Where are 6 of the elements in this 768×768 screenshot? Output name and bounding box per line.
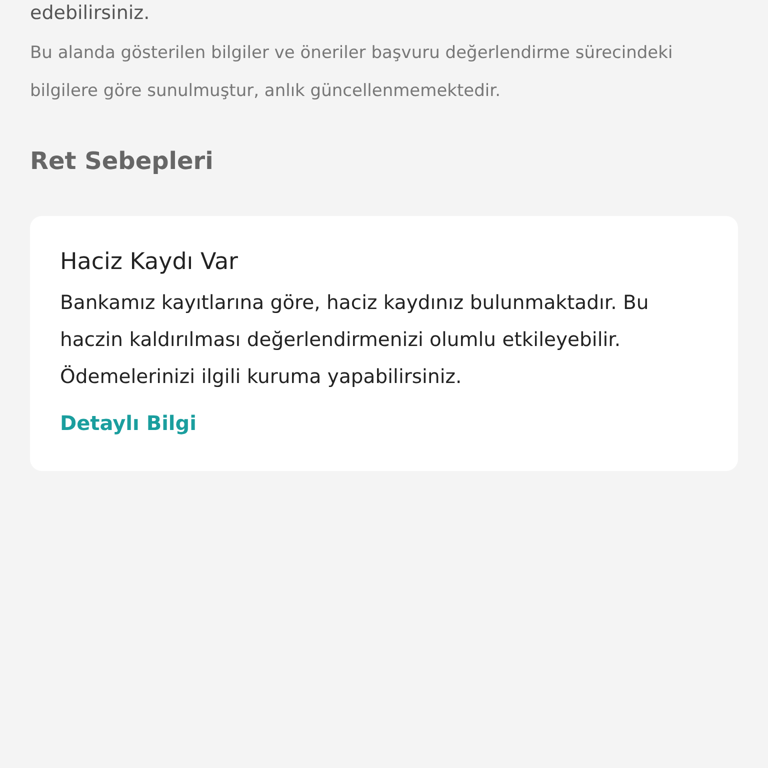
paragraph-text: edebilirsiniz. [30,1,151,26]
section-title: Ret Sebepleri [30,146,214,177]
reason-description: Bankamız kayıtlarına göre, haciz kaydınız bulunmaktadır. Bu haczin kaldırılması değerlendirmenizi olumlu etkileyebilir. Ödemelerinizi ilgili kuruma yapabilirsiniz. [60,290,650,390]
info-note: Bu alanda gösterilen bilgiler ve öneriler başvuru değerlendirme sürecindeki bilgilere göre sunulmuştur, anlık güncellenmemektedir. [30,42,674,103]
reason-title: Haciz Kaydı Var [60,248,239,277]
details-link[interactable]: Detaylı Bilgi [60,405,196,441]
